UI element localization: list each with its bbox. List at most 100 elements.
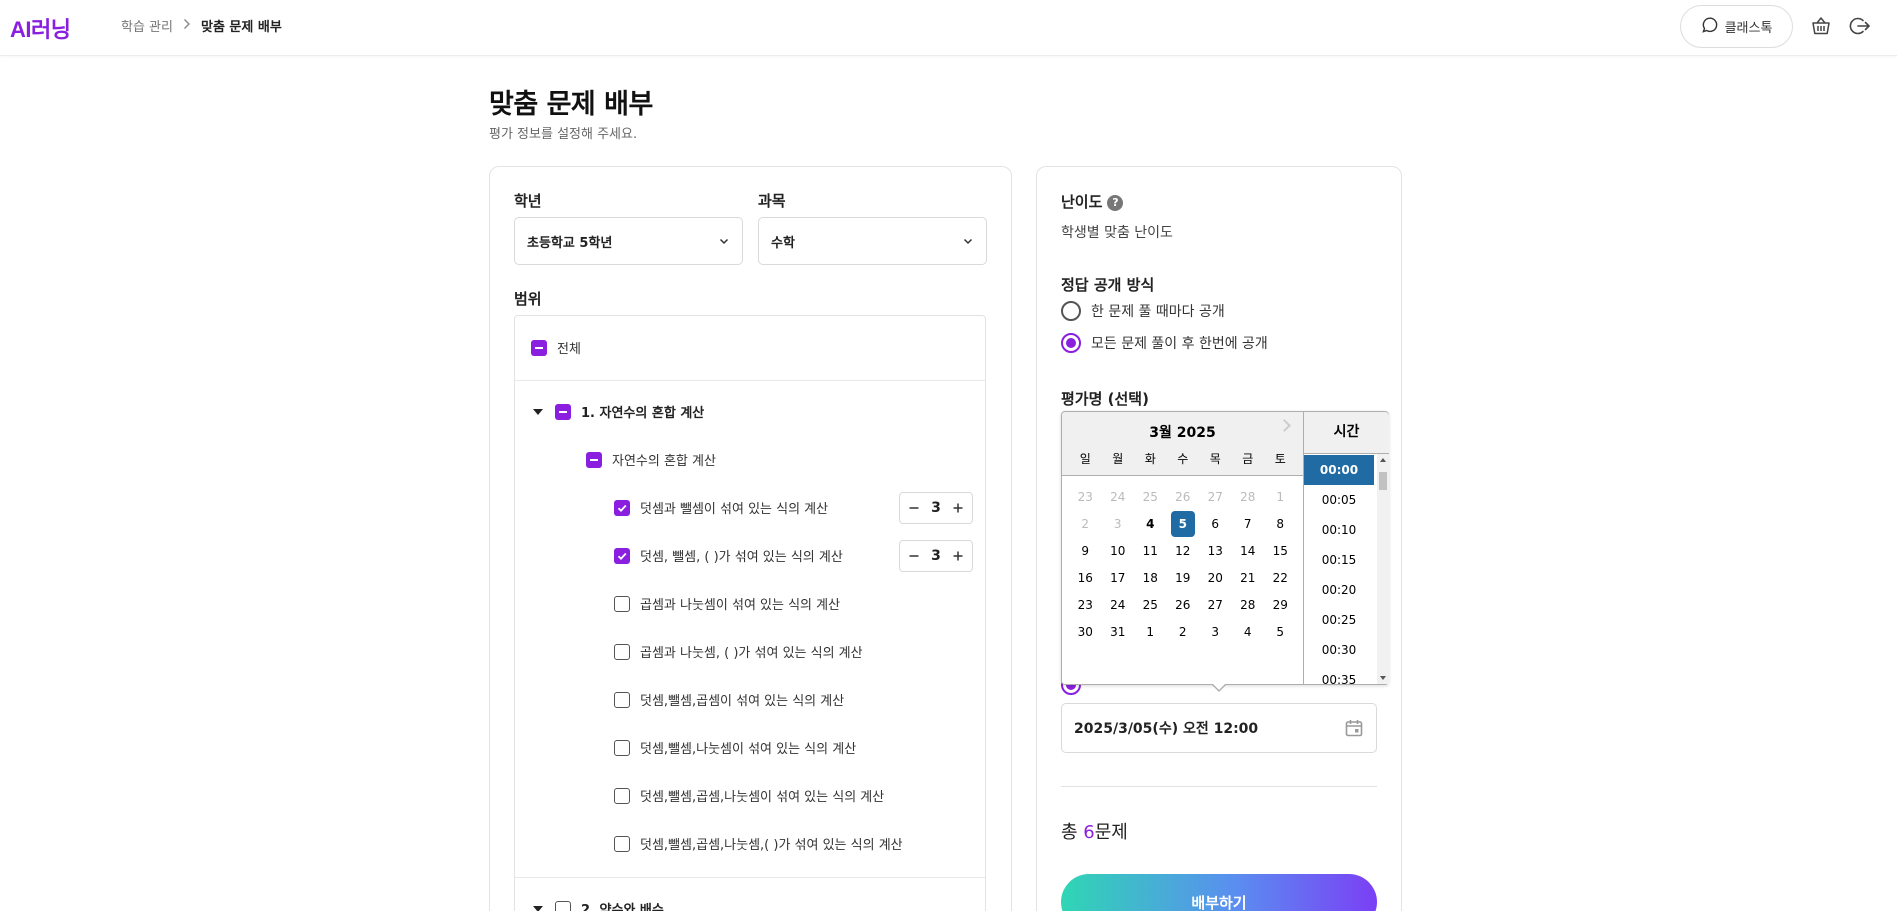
checkbox-unchecked[interactable] [614, 787, 630, 804]
calendar-day[interactable]: 16 [1069, 565, 1102, 591]
calendar-day[interactable]: 21 [1232, 565, 1265, 591]
checkbox-checked[interactable] [614, 499, 630, 516]
scroll-down-icon[interactable] [1380, 676, 1386, 680]
calendar-day[interactable]: 23 [1069, 592, 1102, 618]
calendar-day[interactable]: 31 [1102, 619, 1135, 645]
calendar-day[interactable]: 4 [1232, 619, 1265, 645]
calendar-day[interactable]: 9 [1069, 538, 1102, 564]
calendar-icon[interactable] [1344, 718, 1364, 742]
calendar-day[interactable]: 2 [1167, 619, 1200, 645]
radio-answer-each[interactable] [1061, 301, 1081, 321]
grade-select[interactable]: 초등학교 5학년 [514, 217, 743, 265]
plus-icon[interactable] [952, 499, 964, 518]
range-item-label: 덧셈,뺄셈,곱셈,나눗셈이 섞여 있는 식의 계산 [640, 790, 885, 805]
schedule-date-input[interactable]: 2025/3/05(수) 오전 12:00 [1061, 703, 1377, 753]
calendar-day[interactable]: 24 [1102, 592, 1135, 618]
checkbox-checked[interactable] [614, 547, 630, 564]
subject-label: 과목 [758, 192, 786, 210]
calendar-day[interactable]: 29 [1264, 592, 1297, 618]
calendar-day[interactable]: 18 [1134, 565, 1167, 591]
minus-icon[interactable] [908, 547, 920, 566]
calendar-day[interactable]: 13 [1199, 538, 1232, 564]
subject-select[interactable]: 수학 [758, 217, 987, 265]
logout-icon[interactable] [1848, 14, 1872, 38]
breadcrumb-learning-management[interactable]: 학습 관리 [121, 16, 173, 35]
checkbox-unchecked[interactable] [614, 643, 630, 660]
calendar-day[interactable]: 5 [1264, 619, 1297, 645]
calendar-day[interactable]: 30 [1069, 619, 1102, 645]
schedule-date-value: 2025/3/05(수) 오전 12:00 [1074, 721, 1259, 737]
calendar-day[interactable]: 4 [1134, 511, 1167, 537]
unit1-row[interactable]: 1. 자연수의 혼합 계산 [515, 402, 985, 421]
checkbox-unit2[interactable] [555, 900, 571, 911]
help-icon[interactable]: ? [1107, 194, 1124, 211]
caret-down-icon[interactable] [533, 905, 543, 911]
total-prefix: 총 [1061, 822, 1084, 843]
quantity-value: 3 [931, 548, 941, 564]
time-option[interactable]: 00:05 [1304, 485, 1374, 515]
calendar-day[interactable]: 28 [1232, 592, 1265, 618]
range-item-row[interactable]: 덧셈,뺄셈,곱셈,나눗셈,( )가 섞여 있는 식의 계산 [515, 834, 985, 853]
checkbox-unchecked[interactable] [614, 739, 630, 756]
range-item-row[interactable]: 덧셈,뺄셈,나눗셈이 섞여 있는 식의 계산 [515, 738, 985, 757]
scroll-thumb[interactable] [1379, 472, 1387, 490]
quantity-stepper[interactable]: 3 [899, 540, 973, 572]
time-list[interactable]: 00:35 00:30 00:25 00:20 00:15 00:10 00:05 00:00 [1304, 454, 1389, 684]
time-option[interactable]: 00:25 [1304, 605, 1374, 635]
quantity-stepper[interactable]: 3 [899, 492, 973, 524]
time-option[interactable]: 00:20 [1304, 575, 1374, 605]
calendar-day[interactable]: 8 [1264, 511, 1297, 537]
checkbox-unchecked[interactable] [614, 835, 630, 852]
calendar-day[interactable]: 15 [1264, 538, 1297, 564]
calendar-day[interactable]: 12 [1167, 538, 1200, 564]
range-all-row[interactable]: 전체 [515, 338, 985, 357]
popup-pointer [1211, 683, 1227, 692]
range-item-label: 곱셈과 나눗셈이 섞여 있는 식의 계산 [640, 598, 841, 613]
checkbox-unit1[interactable] [555, 403, 571, 420]
calendar-day[interactable]: 20 [1199, 565, 1232, 591]
logo[interactable]: AI러닝 [10, 12, 71, 44]
calendar-day[interactable]: 22 [1264, 565, 1297, 591]
time-option[interactable]: 00:30 [1304, 635, 1374, 665]
checkbox-all[interactable] [531, 339, 547, 356]
classtalk-label: 클래스톡 [1724, 21, 1773, 36]
calendar-day[interactable]: 6 [1199, 511, 1232, 537]
sub1-row[interactable]: 자연수의 혼합 계산 [515, 450, 985, 469]
calendar-day[interactable]: 27 [1199, 592, 1232, 618]
calendar-day[interactable]: 17 [1102, 565, 1135, 591]
checkbox-unchecked[interactable] [614, 691, 630, 708]
calendar-day[interactable]: 3 [1199, 619, 1232, 645]
time-option[interactable]: 00:15 [1304, 545, 1374, 575]
radio-answer-all[interactable] [1061, 333, 1081, 353]
answer-option-each[interactable]: 한 문제 풀 때마다 공개 [1061, 301, 1225, 321]
basket-icon[interactable] [1809, 14, 1833, 38]
total-count: 총 6문제 [1061, 818, 1128, 844]
range-item-row[interactable]: 덧셈,뺄셈,곱셈이 섞여 있는 식의 계산 [515, 690, 985, 709]
unit2-row[interactable]: 2. 약수와 배수 [515, 899, 985, 911]
caret-down-icon[interactable] [533, 408, 543, 415]
classtalk-button[interactable]: 클래스톡 [1680, 5, 1793, 48]
plus-icon[interactable] [952, 547, 964, 566]
calendar-day[interactable]: 11 [1134, 538, 1167, 564]
time-scrollbar[interactable] [1377, 454, 1389, 684]
time-option[interactable]: 00:35 [1304, 665, 1374, 684]
range-item-row[interactable]: 곱셈과 나눗셈, ( )가 섞여 있는 식의 계산 [515, 642, 985, 661]
checkbox-unchecked[interactable] [614, 595, 630, 612]
calendar-day[interactable]: 25 [1134, 592, 1167, 618]
answer-option-all[interactable]: 모든 문제 풀이 후 한번에 공개 [1061, 333, 1268, 353]
calendar-day[interactable]: 14 [1232, 538, 1265, 564]
calendar-day[interactable]: 1 [1134, 619, 1167, 645]
checkbox-sub1[interactable] [586, 451, 602, 468]
calendar-day[interactable]: 19 [1167, 565, 1200, 591]
time-option[interactable]: 00:00 [1304, 455, 1374, 485]
minus-icon[interactable] [908, 499, 920, 518]
calendar-day[interactable]: 10 [1102, 538, 1135, 564]
calendar-day-selected[interactable]: 5 [1170, 511, 1195, 537]
range-item-row[interactable]: 곱셈과 나눗셈이 섞여 있는 식의 계산 [515, 594, 985, 613]
time-option[interactable]: 00:10 [1304, 515, 1374, 545]
range-item-row[interactable]: 덧셈,뺄셈,곱셈,나눗셈이 섞여 있는 식의 계산 [515, 786, 985, 805]
calendar-day[interactable]: 7 [1232, 511, 1265, 537]
distribute-button[interactable]: 배부하기 [1061, 874, 1377, 911]
calendar-day[interactable]: 26 [1167, 592, 1200, 618]
scroll-up-icon[interactable] [1380, 458, 1386, 462]
